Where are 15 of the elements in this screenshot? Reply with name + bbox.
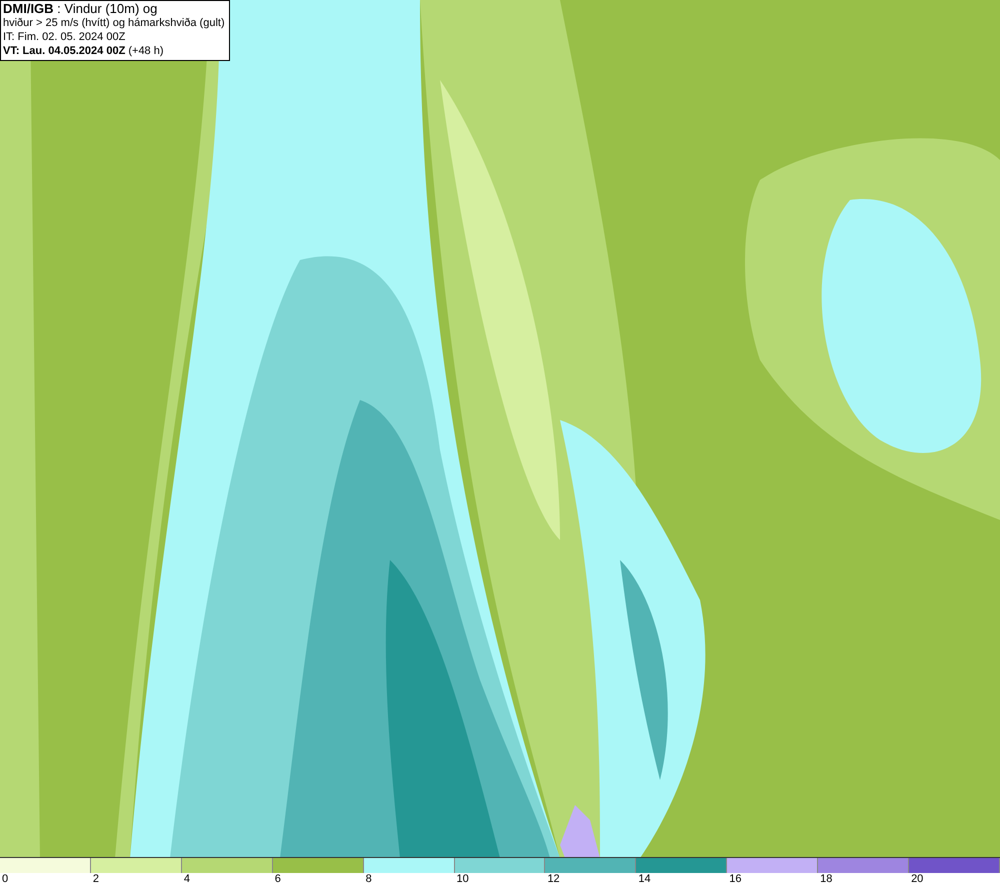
legend-tick-label: 20	[911, 873, 924, 886]
info-text: IT: Fim. 02. 05. 2024 00Z	[3, 30, 126, 44]
legend-tick-label: 16	[729, 873, 742, 886]
info-text: DMI/IGB : Vindur (10m) og	[3, 2, 158, 16]
legend-tick-label: 10	[456, 873, 469, 886]
legend-tick-label: 14	[638, 873, 651, 886]
info-text: hviður > 25 m/s (hvítt) og hámarkshviða (gult)	[3, 16, 225, 30]
info-text: VT: Lau. 04.05.2024 00Z (+48 h)	[3, 44, 165, 58]
legend-tick-label: 18	[820, 873, 832, 886]
legend-tick-label: 0	[2, 873, 8, 886]
legend-tick-label: 12	[547, 873, 560, 886]
legend-tick-label: 2	[92, 873, 100, 886]
legend-tick-label: 4	[184, 873, 190, 886]
legend-tick-label: 6	[274, 873, 281, 886]
legend-tick-label: 8	[366, 873, 372, 886]
